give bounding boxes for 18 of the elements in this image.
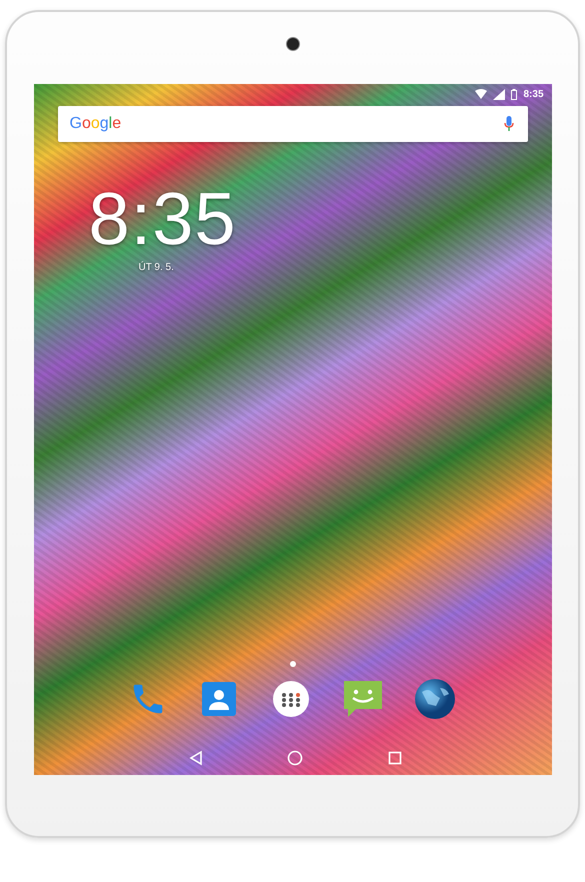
microphone-icon[interactable] [504, 116, 514, 132]
clock-time: 8:35 [88, 182, 237, 256]
home-icon[interactable] [287, 750, 303, 766]
clock-date: ÚT 9. 5. [138, 262, 174, 273]
wifi-icon [475, 89, 488, 99]
recents-icon[interactable] [388, 751, 402, 765]
battery-icon [511, 88, 518, 100]
camera-icon [286, 37, 300, 51]
status-time: 8:35 [523, 88, 544, 100]
google-logo: Google [70, 115, 122, 133]
signal-icon [493, 88, 506, 100]
app-drawer-icon[interactable] [273, 681, 309, 717]
search-bar[interactable]: Google [58, 106, 528, 142]
smiley-message-icon[interactable] [342, 678, 384, 720]
back-icon[interactable] [188, 750, 202, 766]
page-indicator-dot [290, 661, 296, 667]
contacts-icon[interactable] [201, 680, 238, 718]
globe-icon[interactable] [414, 678, 456, 720]
